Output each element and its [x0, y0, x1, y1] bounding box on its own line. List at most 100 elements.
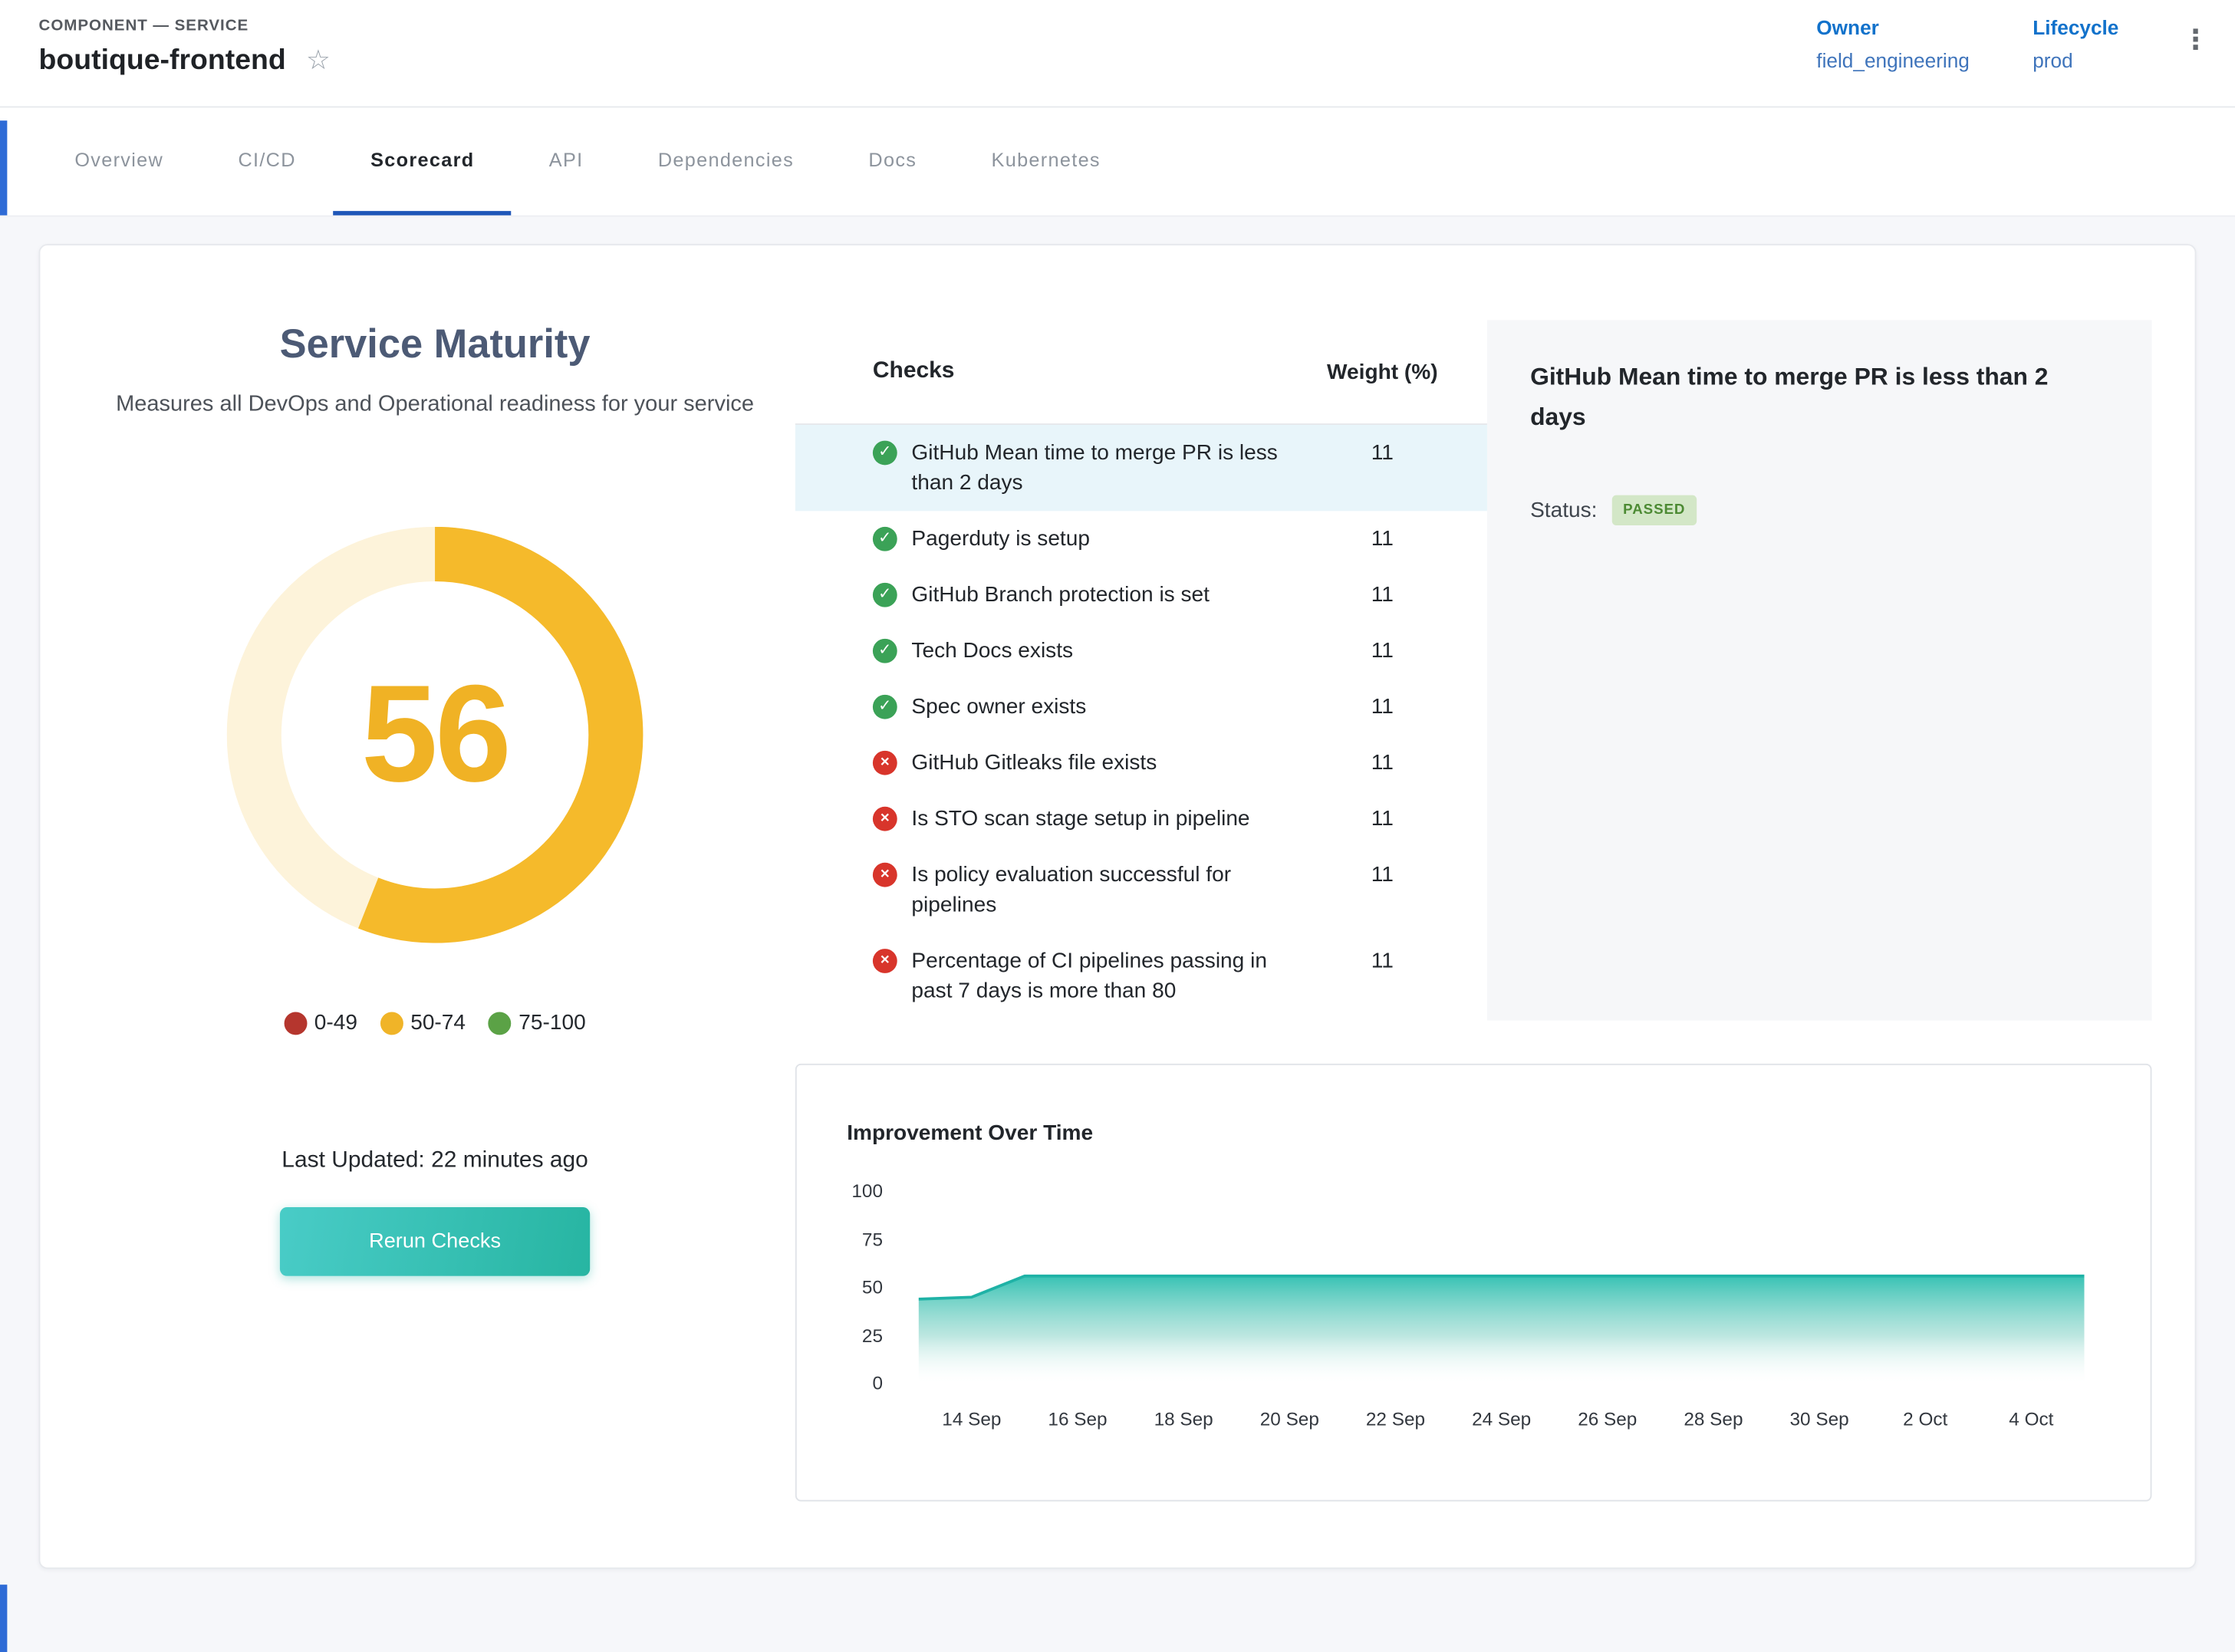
check-weight: 11 — [1303, 860, 1461, 890]
check-passed-icon: ✓ — [873, 695, 897, 719]
y-axis-tick: 25 — [820, 1325, 883, 1346]
check-label: Percentage of CI pipelines passing in pa… — [911, 946, 1303, 1006]
checks-panel: Checks Weight (%) ✓ GitHub Mean time to m… — [795, 320, 1487, 1019]
check-weight: 11 — [1303, 748, 1461, 778]
scorecard-title: Service Maturity — [40, 321, 829, 367]
check-label: Pagerduty is setup — [911, 524, 1303, 554]
check-row[interactable]: ✓ Tech Docs exists11 — [795, 623, 1487, 679]
status-label: Status: — [1530, 498, 1597, 522]
page-title: boutique-frontend — [39, 44, 286, 77]
check-label: GitHub Branch protection is set — [911, 580, 1303, 610]
tab-ci-cd[interactable]: CI/CD — [201, 107, 334, 215]
legend-dot — [380, 1012, 403, 1035]
check-weight: 11 — [1303, 692, 1461, 722]
legend-label: 50-74 — [410, 1011, 466, 1035]
y-axis-tick: 50 — [820, 1276, 883, 1298]
x-axis-tick: 24 Sep — [1448, 1408, 1554, 1430]
tab-kubernetes[interactable]: Kubernetes — [954, 107, 1138, 215]
check-label: Is policy evaluation successful for pipe… — [911, 860, 1303, 920]
check-row[interactable]: × Is policy evaluation successful for pip… — [795, 847, 1487, 933]
rerun-checks-button[interactable]: Rerun Checks — [280, 1207, 590, 1276]
x-axis-tick: 28 Sep — [1661, 1408, 1766, 1430]
y-axis-tick: 100 — [820, 1180, 883, 1201]
x-axis-tick: 26 Sep — [1555, 1408, 1661, 1430]
x-axis-tick: 16 Sep — [1025, 1408, 1131, 1430]
check-label: Spec owner exists — [911, 692, 1303, 722]
check-row[interactable]: ✓ Pagerduty is setup11 — [795, 511, 1487, 567]
checks-header-row: Checks Weight (%) — [795, 320, 1487, 425]
check-row[interactable]: ✓ GitHub Branch protection is set11 — [795, 567, 1487, 623]
check-failed-icon: × — [873, 863, 897, 887]
x-axis-tick: 14 Sep — [919, 1408, 1025, 1430]
legend-item: 0-49 — [284, 1011, 357, 1035]
tab-dependencies[interactable]: Dependencies — [620, 107, 831, 215]
check-passed-icon: ✓ — [873, 583, 897, 607]
page-header: COMPONENT — SERVICE boutique-frontend ☆ … — [0, 0, 2235, 107]
check-passed-icon: ✓ — [873, 639, 897, 663]
legend-label: 75-100 — [518, 1011, 585, 1035]
check-detail-panel: GitHub Mean time to merge PR is less tha… — [1487, 320, 2152, 1020]
kebab-menu-icon[interactable]: ⋮ — [2182, 25, 2210, 58]
scorecard-card: Service Maturity Measures all DevOps and… — [39, 244, 2197, 1568]
owner-block: Owner field_engineering — [1816, 16, 1970, 72]
legend-item: 50-74 — [380, 1011, 466, 1035]
area-fill — [919, 1276, 2085, 1384]
check-row[interactable]: × Percentage of CI pipelines passing in p… — [795, 933, 1487, 1019]
entity-meta: Owner field_engineering Lifecycle prod ⋮ — [1816, 0, 2209, 106]
improvement-chart-panel: Improvement Over Time 100 75 50 25 0 14 Sep16… — [795, 1064, 2152, 1502]
check-row[interactable]: × GitHub Gitleaks file exists11 — [795, 735, 1487, 791]
chart-title: Improvement Over Time — [847, 1121, 1093, 1146]
checks-column-header: Checks — [873, 359, 1303, 385]
score-legend: 0-49 50-74 75-100 — [40, 1011, 829, 1035]
x-axis-tick: 22 Sep — [1342, 1408, 1448, 1430]
check-weight: 11 — [1303, 804, 1461, 834]
check-failed-icon: × — [873, 751, 897, 775]
check-weight: 11 — [1303, 438, 1461, 468]
tab-scorecard[interactable]: Scorecard — [333, 107, 512, 215]
checks-list: ✓ GitHub Mean time to merge PR is less th… — [795, 425, 1487, 1019]
entity-heading: COMPONENT — SERVICE boutique-frontend ☆ — [39, 0, 331, 106]
check-row[interactable]: ×Is STO scan stage setup in pipeline11 — [795, 791, 1487, 847]
check-row[interactable]: ✓ GitHub Mean time to merge PR is less th… — [795, 425, 1487, 511]
owner-label: Owner — [1816, 16, 1970, 39]
check-row[interactable]: ✓ Spec owner exists11 — [795, 679, 1487, 735]
check-label: GitHub Mean time to merge PR is less tha… — [911, 438, 1303, 499]
lifecycle-value: prod — [2033, 49, 2118, 72]
lifecycle-label: Lifecycle — [2033, 16, 2118, 39]
check-passed-icon: ✓ — [873, 527, 897, 551]
check-label: Tech Docs exists — [911, 636, 1303, 666]
check-failed-icon: × — [873, 949, 897, 973]
x-axis-tick: 2 Oct — [1872, 1408, 1978, 1430]
legend-label: 0-49 — [314, 1011, 357, 1035]
nav-accent-bar-top — [0, 120, 7, 216]
legend-dot — [284, 1012, 307, 1035]
y-axis-tick: 0 — [820, 1372, 883, 1394]
check-weight: 11 — [1303, 946, 1461, 976]
favorite-star-icon[interactable]: ☆ — [306, 48, 331, 75]
check-status-row: Status: PASSED — [1530, 495, 2108, 525]
check-weight: 11 — [1303, 524, 1461, 554]
check-label: Is STO scan stage setup in pipeline — [911, 804, 1303, 834]
tab-api[interactable]: API — [512, 107, 620, 215]
owner-value-link[interactable]: field_engineering — [1816, 49, 1970, 72]
last-updated-text: Last Updated: 22 minutes ago — [40, 1148, 829, 1174]
status-badge: PASSED — [1611, 495, 1697, 525]
maturity-summary: Service Maturity Measures all DevOps and… — [40, 245, 829, 1568]
x-axis-tick: 20 Sep — [1236, 1408, 1342, 1430]
scorecard-subtitle: Measures all DevOps and Operational read… — [97, 386, 772, 422]
y-axis-tick: 75 — [820, 1228, 883, 1249]
tab-bar: OverviewCI/CDScorecardAPIDependenciesDoc… — [0, 107, 2235, 216]
check-weight: 11 — [1303, 580, 1461, 610]
check-weight: 11 — [1303, 636, 1461, 666]
tab-docs[interactable]: Docs — [831, 107, 954, 215]
check-label: GitHub Gitleaks file exists — [911, 748, 1303, 778]
tab-overview[interactable]: Overview — [38, 107, 201, 215]
x-axis-tick: 18 Sep — [1131, 1408, 1236, 1430]
score-value: 56 — [227, 527, 644, 943]
check-detail-title: GitHub Mean time to merge PR is less tha… — [1530, 357, 2093, 438]
x-axis-tick: 30 Sep — [1766, 1408, 1872, 1430]
check-passed-icon: ✓ — [873, 441, 897, 466]
legend-item: 75-100 — [489, 1011, 586, 1035]
app-viewport: COMPONENT — SERVICE boutique-frontend ☆ … — [0, 0, 2235, 1652]
nav-accent-bar-bottom — [0, 1585, 7, 1652]
